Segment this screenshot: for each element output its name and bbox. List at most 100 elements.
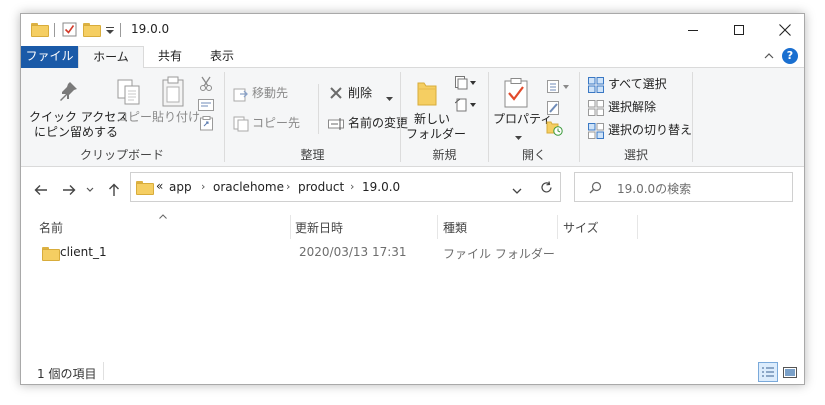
file-name[interactable]: client_1 — [60, 245, 107, 259]
breadcrumb-product[interactable]: product — [298, 180, 344, 194]
breadcrumb-chevron-icon[interactable]: › — [350, 180, 354, 193]
maximize-icon — [734, 25, 744, 35]
breadcrumb-chevron-icon[interactable]: › — [201, 180, 205, 193]
properties-dropdown-icon[interactable] — [515, 130, 522, 144]
refresh-button[interactable] — [533, 172, 561, 202]
move-to-label[interactable]: 移動先 — [252, 86, 288, 101]
tab-share[interactable]: 共有 — [144, 46, 196, 68]
new-folder-label-1[interactable]: 新しい — [414, 112, 450, 127]
pin-label-2[interactable]: にピン留めする — [34, 125, 118, 140]
chevron-down-icon — [86, 187, 94, 192]
move-to-icon[interactable] — [233, 86, 249, 105]
properties-check-icon[interactable] — [62, 22, 77, 40]
breadcrumb-app[interactable]: app — [169, 180, 192, 194]
address-folder-icon — [136, 181, 154, 195]
toolbar-divider — [54, 23, 55, 37]
close-button[interactable] — [762, 14, 804, 46]
new-folder-quick-icon[interactable] — [83, 23, 101, 37]
organize-group-label: 整理 — [300, 148, 325, 162]
customize-quick-access-icon[interactable] — [105, 24, 115, 39]
delete-label[interactable]: 削除 — [348, 86, 372, 101]
paste-shortcut-icon[interactable] — [200, 116, 213, 134]
tab-view[interactable]: 表示 — [196, 46, 248, 68]
invert-selection-label[interactable]: 選択の切り替え — [608, 123, 692, 138]
help-icon[interactable]: ? — [782, 48, 798, 64]
delete-dropdown-icon[interactable] — [386, 91, 393, 105]
forward-button[interactable] — [60, 181, 78, 199]
breadcrumb-oraclehome[interactable]: oraclehome — [213, 180, 284, 194]
pin-icon[interactable] — [57, 80, 79, 107]
organize-inner-divider — [318, 84, 319, 134]
clipboard-group-label: クリップボード — [79, 148, 164, 162]
ribbon-tabs: ファイル ホーム 共有 表示 ? — [21, 46, 804, 69]
paste-icon[interactable] — [160, 76, 186, 111]
new-folder-label-2[interactable]: フォルダー — [406, 127, 466, 142]
select-group-label: 選択 — [623, 148, 648, 162]
back-button[interactable] — [32, 181, 50, 199]
column-divider[interactable] — [437, 215, 438, 239]
minimize-icon — [688, 30, 698, 31]
address-dropdown-icon[interactable] — [512, 184, 522, 198]
properties-icon[interactable] — [504, 78, 528, 111]
tab-home[interactable]: ホーム — [78, 46, 144, 69]
address-bar[interactable]: « app › oraclehome › product › 19.0.0 — [130, 172, 560, 202]
minimize-button[interactable] — [670, 14, 716, 46]
clipboard-group: クイック アクセス にピン留めする コピー 貼り付け クリップボード — [21, 68, 223, 167]
recent-locations-button[interactable] — [85, 181, 95, 199]
title-divider — [120, 23, 121, 37]
column-size[interactable]: サイズ — [563, 220, 599, 236]
large-icons-view-icon — [783, 366, 797, 378]
invert-selection-icon[interactable] — [588, 123, 604, 142]
delete-icon[interactable] — [329, 86, 343, 103]
file-modified: 2020/03/13 17:31 — [299, 245, 407, 259]
new-folder-icon[interactable] — [415, 77, 439, 110]
window-title: 19.0.0 — [131, 22, 170, 36]
column-divider[interactable] — [557, 215, 558, 239]
copy-label[interactable]: コピー — [116, 110, 152, 125]
details-view-icon — [762, 367, 774, 377]
explorer-window: 19.0.0 ファイル ホーム 共有 表示 ? クイック アクセス にピン留めす… — [20, 13, 805, 385]
select-none-label[interactable]: 選択解除 — [608, 100, 656, 115]
up-button[interactable] — [105, 181, 123, 199]
tab-file[interactable]: ファイル — [21, 46, 78, 68]
copy-path-icon[interactable] — [198, 99, 214, 114]
rename-icon[interactable] — [328, 117, 344, 134]
address-overflow[interactable]: « — [156, 179, 163, 193]
sort-ascending-icon — [159, 208, 167, 222]
status-divider — [103, 362, 104, 380]
copy-to-label[interactable]: コピー先 — [252, 116, 300, 131]
search-icon — [589, 181, 602, 197]
history-icon[interactable] — [546, 120, 563, 139]
file-row[interactable]: client_1 2020/03/13 17:31 ファイル フォルダー — [37, 242, 557, 264]
column-name[interactable]: 名前 — [39, 220, 63, 236]
rename-label[interactable]: 名前の変更 — [348, 116, 408, 131]
search-box[interactable]: 19.0.0の検索 — [574, 172, 793, 202]
large-icons-view-button[interactable] — [780, 362, 800, 382]
close-icon — [779, 24, 791, 36]
select-none-icon[interactable] — [588, 100, 604, 119]
breadcrumb-chevron-icon[interactable]: › — [286, 180, 290, 193]
properties-label[interactable]: プロパティ — [493, 112, 552, 127]
details-view-button[interactable] — [758, 362, 778, 382]
maximize-button[interactable] — [716, 14, 762, 46]
cut-icon[interactable] — [199, 76, 213, 95]
ribbon-collapse-icon[interactable] — [764, 52, 774, 60]
column-modified[interactable]: 更新日時 — [295, 220, 343, 236]
copy-to-icon[interactable] — [233, 116, 249, 135]
column-divider[interactable] — [290, 215, 291, 239]
pin-label-1[interactable]: クイック アクセス — [29, 110, 128, 125]
organize-group: 移動先 コピー先 削除 名前の変更 整理 — [225, 68, 408, 167]
copy-icon[interactable] — [116, 78, 142, 109]
refresh-icon — [541, 180, 552, 192]
easy-access-icon[interactable] — [454, 98, 477, 115]
ribbon-separator — [692, 72, 693, 162]
column-type[interactable]: 種類 — [443, 220, 467, 236]
edit-icon[interactable] — [547, 101, 561, 119]
select-all-icon[interactable] — [588, 77, 604, 96]
breadcrumb-current[interactable]: 19.0.0 — [362, 180, 400, 194]
column-divider[interactable] — [637, 215, 638, 239]
paste-label[interactable]: 貼り付け — [152, 110, 200, 125]
new-item-icon[interactable] — [455, 76, 477, 93]
select-all-label[interactable]: すべて選択 — [608, 77, 667, 92]
open-icon[interactable] — [547, 80, 571, 97]
